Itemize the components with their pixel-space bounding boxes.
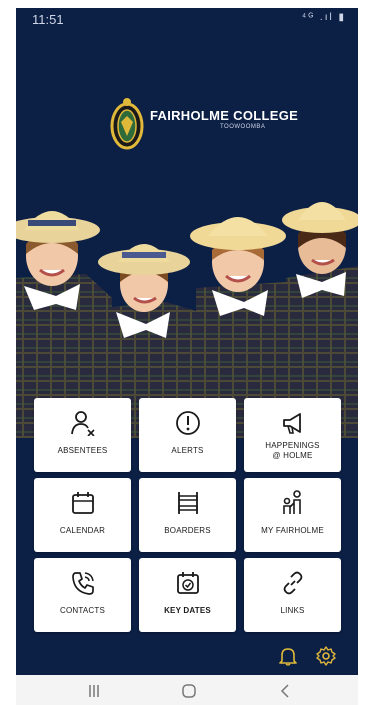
crest-icon: [110, 98, 144, 150]
status-bar: 11:51 ⁴ᴳ .ıl ▮: [16, 8, 358, 30]
status-time: 11:51: [32, 12, 64, 27]
app-screen: 11:51 ⁴ᴳ .ıl ▮ FAIRHOLME COLLEGE TOOWOOM…: [16, 8, 358, 675]
boarders-button[interactable]: BOARDERS: [139, 478, 236, 552]
boarders-label: BOARDERS: [164, 526, 211, 535]
my-fairholme-button[interactable]: MY FAIRHOLME: [244, 478, 341, 552]
bell-icon[interactable]: [278, 646, 298, 666]
college-name: FAIRHOLME COLLEGE: [150, 108, 299, 123]
alert-icon: [175, 411, 200, 435]
parent-child-icon: [282, 490, 301, 514]
contacts-button[interactable]: CONTACTS: [34, 558, 131, 632]
calendar-check-icon: [176, 572, 199, 594]
calendar-button[interactable]: CALENDAR: [34, 478, 131, 552]
college-logo: FAIRHOLME COLLEGE TOOWOOMBA: [110, 96, 298, 156]
happenings-label: HAPPENINGS @ HOLME: [244, 441, 341, 461]
phone-icon: [71, 572, 94, 595]
menu-grid: ABSENTEES ALERTS HAPPENINGS @ HOLME CALE…: [34, 398, 341, 632]
links-button[interactable]: LINKS: [244, 558, 341, 632]
link-icon: [283, 571, 302, 595]
recent-apps-icon[interactable]: [86, 683, 102, 699]
bottom-actions: [274, 644, 354, 668]
links-label: LINKS: [280, 606, 305, 615]
key-dates-label: KEY DATES: [164, 606, 211, 615]
home-icon[interactable]: [181, 683, 197, 699]
contacts-label: CONTACTS: [59, 606, 105, 615]
calendar-label: CALENDAR: [59, 526, 106, 535]
alerts-label: ALERTS: [171, 446, 204, 455]
alerts-button[interactable]: ALERTS: [139, 398, 236, 472]
absentees-button[interactable]: ABSENTEES: [34, 398, 131, 472]
status-icons: ⁴ᴳ .ıl ▮: [301, 12, 346, 23]
megaphone-icon: [282, 413, 301, 434]
back-icon[interactable]: [278, 683, 294, 699]
happenings-button[interactable]: HAPPENINGS @ HOLME: [244, 398, 341, 472]
bunk-bed-icon: [177, 492, 198, 514]
college-location: TOOWOOMBA: [220, 124, 266, 130]
happenings-label-text: HAPPENINGS @ HOLME: [265, 441, 320, 460]
key-dates-button[interactable]: KEY DATES: [139, 558, 236, 632]
android-nav-bar: [16, 675, 358, 705]
person-x-icon: [70, 411, 95, 436]
settings-gear-icon[interactable]: [316, 646, 336, 666]
calendar-icon: [71, 492, 94, 514]
absentees-label: ABSENTEES: [57, 446, 108, 455]
my-fairholme-label: MY FAIRHOLME: [261, 526, 324, 535]
